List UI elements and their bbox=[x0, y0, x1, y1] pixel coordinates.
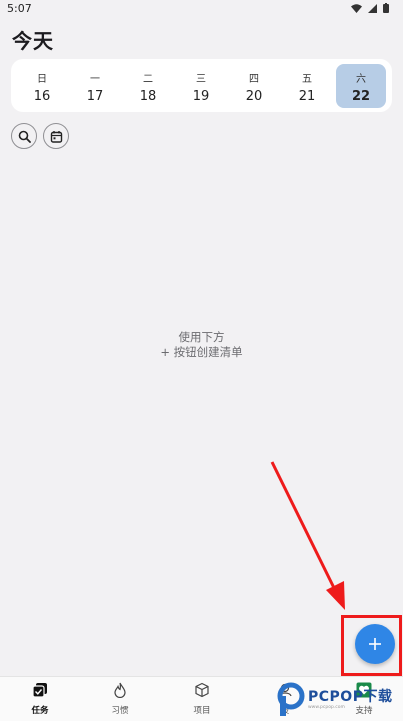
annotation-arrow bbox=[270, 461, 345, 610]
watermark-url: www.pcpop.com bbox=[308, 705, 345, 710]
pcpop-watermark: PCPOP下载 www.pcpop.com bbox=[276, 680, 403, 720]
nav-label: 习惯 bbox=[111, 706, 129, 716]
cube-icon bbox=[195, 682, 209, 698]
pcpop-logo-icon bbox=[277, 682, 305, 716]
nav-projects[interactable]: 项目 bbox=[172, 682, 232, 716]
plus-icon bbox=[369, 638, 381, 650]
nav-tasks[interactable]: 任务 bbox=[10, 682, 70, 716]
add-list-button[interactable] bbox=[355, 624, 395, 664]
nav-label: 项目 bbox=[193, 706, 211, 716]
tasks-icon bbox=[32, 683, 47, 698]
watermark-brand: PCPOP下载 bbox=[308, 689, 393, 705]
nav-label: 任务 bbox=[31, 706, 49, 716]
flame-icon bbox=[114, 682, 126, 699]
nav-habits[interactable]: 习惯 bbox=[90, 682, 150, 716]
